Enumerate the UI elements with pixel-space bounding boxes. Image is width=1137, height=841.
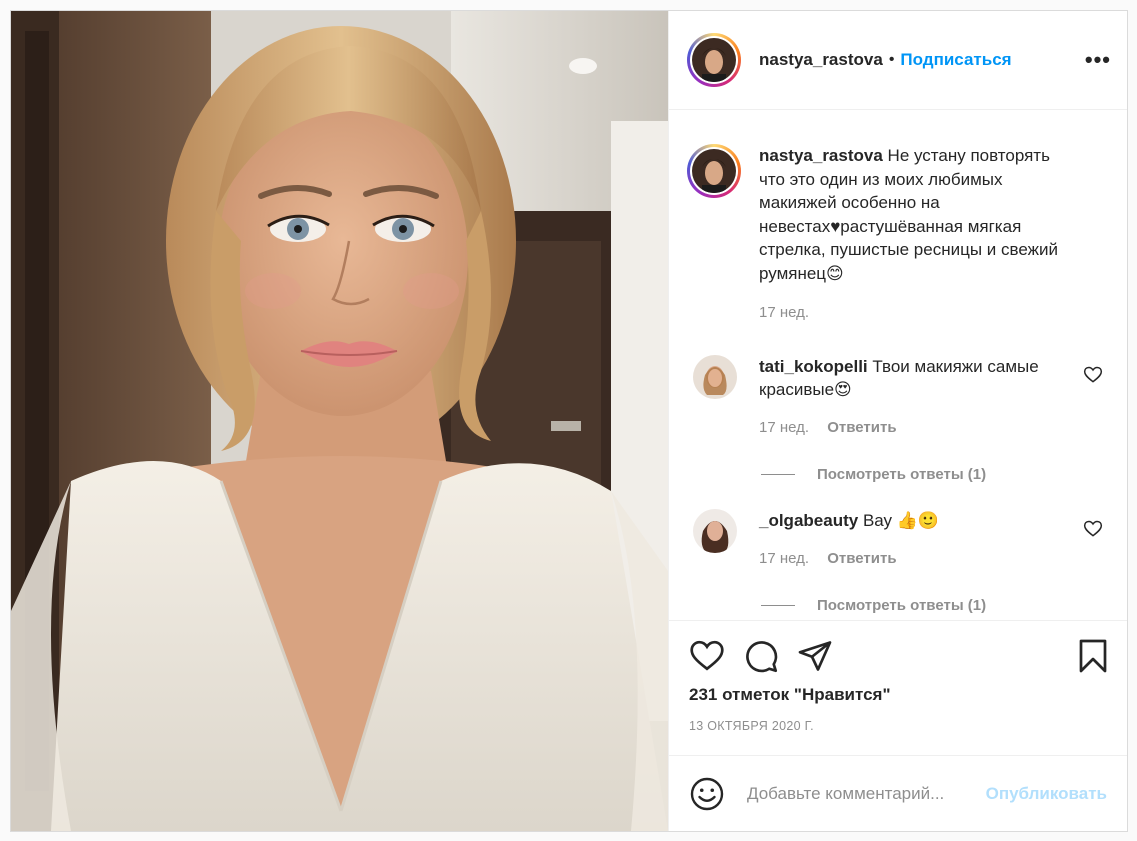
author-avatar-image [692, 38, 736, 82]
comment-body: tati_kokopelli Твои макияжи самые красив… [759, 355, 1059, 440]
separator-dot: • [888, 51, 895, 68]
instagram-post: nastya_rastova • Подписаться ••• nastya_… [10, 10, 1128, 832]
commenter-avatar[interactable] [693, 354, 737, 399]
post-photo[interactable] [11, 11, 668, 831]
add-comment-bar: Опубликовать [669, 755, 1127, 831]
post-side-panel: nastya_rastova • Подписаться ••• nastya_… [668, 11, 1127, 831]
comment-meta: 17 нед. Ответить [759, 547, 1059, 571]
reply-button[interactable]: Ответить [827, 419, 896, 436]
comment-icon[interactable] [743, 638, 779, 674]
caption-username[interactable]: nastya_rastova [759, 146, 883, 165]
view-replies-label: Посмотреть ответы (1) [817, 466, 987, 483]
comment-item: tati_kokopelli Твои макияжи самые красив… [687, 354, 1111, 440]
caption-text: Не устану повторять что это один из моих… [759, 146, 1058, 283]
caption-meta: 17 нед. [759, 301, 1079, 325]
action-icons-row [689, 621, 1111, 683]
replies-divider [761, 474, 795, 475]
paper-plane-icon[interactable] [797, 638, 833, 674]
smiley-icon[interactable] [689, 776, 725, 812]
comment-item: _olgabeauty Вау 👍🙂 17 нед. Ответить [687, 509, 1111, 570]
comments-list[interactable]: nastya_rastova Не устану повторять что э… [669, 110, 1127, 620]
follow-button[interactable]: Подписаться [900, 50, 1011, 70]
view-replies-button[interactable]: Посмотреть ответы (1) [761, 597, 1111, 614]
comment-username[interactable]: tati_kokopelli [759, 357, 868, 376]
commenter-avatar[interactable] [693, 509, 737, 553]
author-avatar[interactable] [687, 33, 741, 87]
comment-like-heart-icon[interactable] [1083, 365, 1103, 385]
likes-count[interactable]: 231 отметок "Нравится" [689, 685, 1111, 705]
comment-input[interactable] [745, 782, 986, 805]
view-replies-label: Посмотреть ответы (1) [817, 597, 987, 614]
caption-body: nastya_rastova Не устану повторять что э… [759, 144, 1079, 325]
comment-time[interactable]: 17 нед. [759, 550, 809, 567]
comment-text: Вау 👍🙂 [862, 511, 940, 530]
comment-body: _olgabeauty Вау 👍🙂 17 нед. Ответить [759, 509, 1059, 570]
heart-icon[interactable] [689, 638, 725, 674]
comment-meta: 17 нед. Ответить [759, 416, 1059, 440]
post-date[interactable]: 13 ОКТЯБРЯ 2020 Г. [689, 719, 1111, 733]
publish-button[interactable]: Опубликовать [986, 784, 1107, 804]
reply-button[interactable]: Ответить [827, 550, 896, 567]
caption-time[interactable]: 17 нед. [759, 304, 809, 321]
more-options-icon[interactable]: ••• [1085, 47, 1111, 73]
replies-divider [761, 605, 795, 606]
post-actions: 231 отметок "Нравится" 13 ОКТЯБРЯ 2020 Г… [669, 620, 1127, 755]
caption-avatar[interactable] [687, 144, 741, 198]
view-replies-button[interactable]: Посмотреть ответы (1) [761, 466, 1111, 483]
post-photo-image [11, 11, 668, 831]
bookmark-icon[interactable] [1075, 638, 1111, 674]
comment-like-heart-icon[interactable] [1083, 519, 1103, 539]
caption-avatar-image [692, 149, 736, 193]
author-username[interactable]: nastya_rastova [759, 50, 883, 70]
comment-time[interactable]: 17 нед. [759, 419, 809, 436]
comment-username[interactable]: _olgabeauty [759, 511, 858, 530]
post-header: nastya_rastova • Подписаться ••• [669, 11, 1127, 110]
post-caption: nastya_rastova Не устану повторять что э… [687, 110, 1111, 325]
